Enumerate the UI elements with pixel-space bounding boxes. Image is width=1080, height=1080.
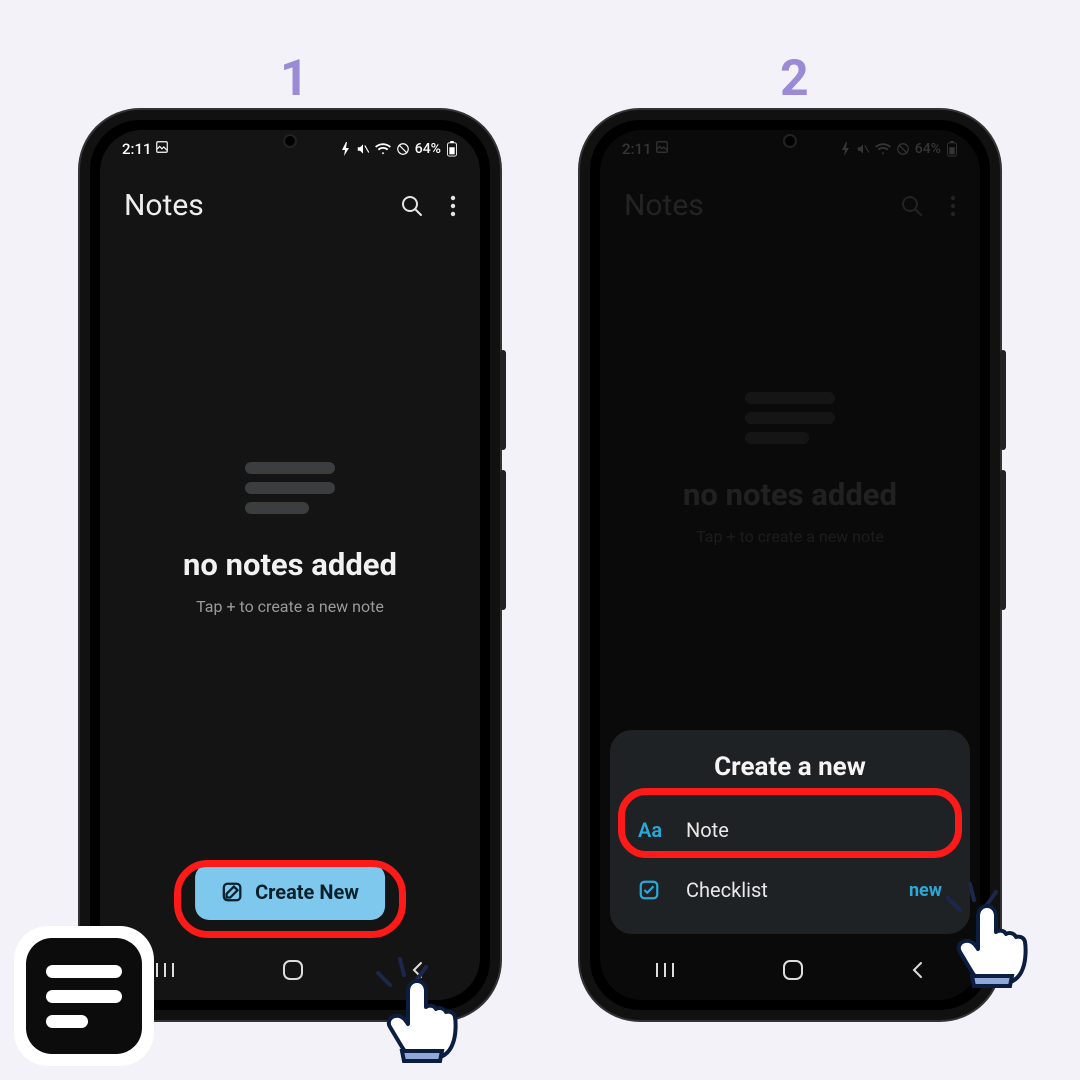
compose-icon	[221, 881, 243, 903]
recents-button[interactable]	[153, 961, 177, 983]
volume-button	[1000, 470, 1006, 610]
notes-app-icon	[26, 938, 142, 1054]
power-button	[500, 350, 506, 450]
volume-button	[500, 470, 506, 610]
step-number-1: 1	[280, 50, 309, 108]
back-button[interactable]	[409, 961, 427, 983]
app-icon-badge	[14, 926, 154, 1066]
empty-subtext: Tap + to create a new note	[696, 527, 884, 546]
back-button[interactable]	[909, 961, 927, 983]
create-new-label: Create New	[255, 880, 359, 904]
create-sheet: Create a new Aa Note Checklist new	[610, 730, 970, 934]
sheet-note-label: Note	[686, 818, 729, 842]
phone-frame-2: 2:11 64% Notes	[590, 120, 990, 1010]
front-camera	[283, 134, 297, 148]
notes-glyph-icon	[245, 454, 335, 522]
recents-button[interactable]	[653, 961, 677, 983]
front-camera	[783, 134, 797, 148]
step-number-2: 2	[780, 50, 809, 108]
empty-subtext: Tap + to create a new note	[196, 597, 384, 616]
sheet-checklist-label: Checklist	[686, 878, 768, 902]
android-nav-bar	[600, 944, 980, 1000]
text-aa-icon: Aa	[638, 818, 666, 842]
power-button	[1000, 350, 1006, 450]
phone-frame-1: 2:11 64% Notes	[90, 120, 490, 1010]
sheet-option-note[interactable]: Aa Note	[624, 800, 956, 860]
create-new-button[interactable]: Create New	[195, 864, 385, 920]
android-nav-bar	[100, 944, 480, 1000]
home-button[interactable]	[282, 959, 304, 985]
empty-heading: no notes added	[683, 476, 897, 513]
sheet-title: Create a new	[624, 752, 956, 782]
sheet-option-checklist[interactable]: Checklist new	[624, 860, 956, 920]
new-tag: new	[909, 880, 942, 901]
notes-glyph-icon	[745, 384, 835, 452]
empty-heading: no notes added	[183, 546, 397, 583]
checkbox-icon	[638, 879, 666, 901]
home-button[interactable]	[782, 959, 804, 985]
